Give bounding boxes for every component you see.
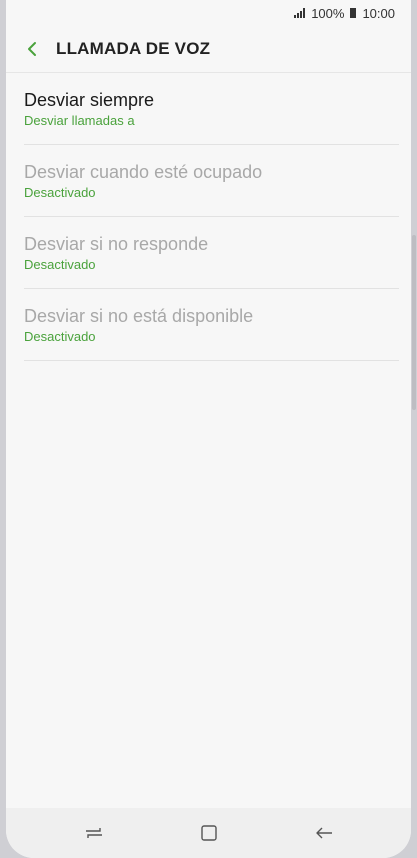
- list-item-no-answer[interactable]: Desviar si no responde Desactivado: [24, 217, 399, 289]
- item-title: Desviar siempre: [24, 90, 155, 110]
- status-bar: 100% 10:00: [6, 0, 411, 26]
- item-subtitle: Desactivado: [24, 257, 96, 272]
- chevron-left-icon: [28, 42, 36, 56]
- signal-icon: [294, 8, 306, 18]
- recents-icon: [85, 828, 102, 838]
- list-item-busy[interactable]: Desviar cuando esté ocupado Desactivado: [24, 145, 399, 217]
- item-title: Desviar cuando esté ocupado: [24, 162, 263, 182]
- side-button: [412, 235, 416, 410]
- item-subtitle: Desactivado: [24, 329, 96, 344]
- navigation-bar: [6, 808, 411, 858]
- screen: 100% 10:00 LLAMADA DE VOZ Desviar siempr…: [6, 0, 411, 858]
- back-icon: [315, 827, 332, 839]
- battery-icon: [350, 8, 357, 18]
- settings-list: Desviar siempre Desviar llamadas a Desvi…: [6, 73, 411, 361]
- back-button[interactable]: [12, 26, 52, 72]
- home-button[interactable]: [189, 813, 229, 853]
- item-title: Desviar si no responde: [24, 234, 209, 254]
- status-time: 10:00: [362, 5, 395, 21]
- back-nav-button[interactable]: [304, 813, 344, 853]
- item-subtitle: Desactivado: [24, 185, 96, 200]
- item-subtitle: Desviar llamadas a: [24, 113, 135, 128]
- home-icon: [200, 825, 217, 841]
- item-title: Desviar si no está disponible: [24, 306, 254, 326]
- list-item-unavailable[interactable]: Desviar si no está disponible Desactivad…: [24, 289, 399, 361]
- device-frame: 100% 10:00 LLAMADA DE VOZ Desviar siempr…: [0, 0, 417, 858]
- page-title: LLAMADA DE VOZ: [56, 39, 211, 58]
- recents-button[interactable]: [74, 813, 114, 853]
- list-item-always[interactable]: Desviar siempre Desviar llamadas a: [24, 73, 399, 145]
- app-bar: LLAMADA DE VOZ: [6, 26, 411, 73]
- battery-percent: 100%: [311, 5, 345, 21]
